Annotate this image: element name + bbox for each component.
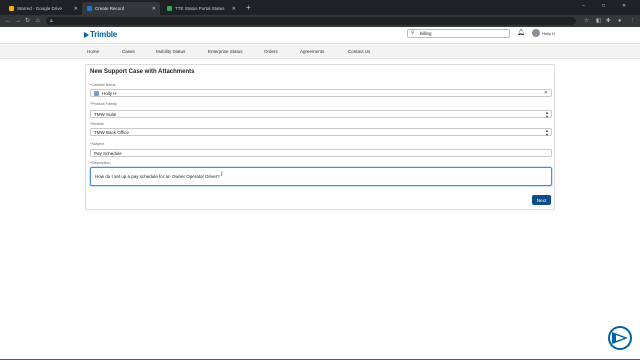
close-tab-icon[interactable]: ✕ [232,6,236,12]
module-label: *Module [90,122,104,126]
label-text: Product Family [91,102,117,106]
new-tab-button[interactable]: + [246,3,251,12]
nav-enterprise-status[interactable]: Enterprise Status [208,49,243,54]
forward-icon[interactable]: → [15,17,21,25]
bookmark-star-icon[interactable]: ☆ [584,17,589,25]
tab-title: Starred - Google Drive [17,6,63,11]
subject-value: Pay Schedule [94,151,122,156]
module-select[interactable]: TMW Back Office ▲ ▼ [90,128,552,136]
search-input[interactable] [420,30,505,37]
label-text: Subject [91,142,105,146]
new-support-case-form: New Support Case with Attachments *Conta… [85,64,555,210]
close-tab-icon[interactable]: ✕ [74,6,78,12]
profile-icon[interactable]: ● [618,17,621,25]
label-text: Contact Name [91,83,116,87]
form-title: New Support Case with Attachments [90,69,195,75]
select-arrows-icon: ▲ ▼ [545,127,549,137]
lock-icon: 🔒︎ [50,18,53,24]
text-cursor-icon: I [221,172,223,178]
nav-orders[interactable]: Orders [264,49,278,54]
subject-input[interactable]: Pay Schedule [90,149,552,157]
nav-contact-us[interactable]: Contact Us [348,49,370,54]
nav-home[interactable]: Home [87,49,99,54]
site-header: Trimble ⚲ 🔔︎ Holly H [0,27,640,43]
contact-name-label: *Contact Name [90,83,116,87]
description-label: *Description [90,161,110,165]
nav-mobility-status[interactable]: Mobility Status [156,49,185,54]
description-value: How do I set up a pay schedule for an Ow… [95,174,220,179]
address-bar[interactable]: 🔒︎ [46,17,576,25]
trimble-logo[interactable]: Trimble [84,30,117,39]
close-window-button[interactable]: ✕ [622,3,626,9]
clear-contact-icon[interactable]: ✕ [544,90,548,96]
contact-name-value: Holly H [102,91,117,96]
reload-icon[interactable]: ↻ [25,17,30,25]
tab-status-portal[interactable]: TTE Status Portal Status ✕ [162,2,240,15]
close-tab-icon[interactable]: ✕ [152,6,156,12]
salesforce-icon [87,6,92,11]
product-family-value: TMW Suite [94,112,117,117]
product-family-select[interactable]: TMW Suite ▲ ▼ [90,110,552,118]
google-drive-icon [9,6,14,11]
contact-name-field[interactable]: Holly H ✕ [90,89,552,97]
trimble-logo-icon [84,31,89,38]
user-menu[interactable]: Holly H [532,29,555,37]
label-text: Module [91,122,104,126]
extensions-puzzle-icon[interactable]: ✚ [606,17,611,25]
next-button[interactable]: Next [532,195,551,205]
search-icon: ⚲ [411,30,415,36]
extension-icon[interactable]: ◧ [596,17,601,25]
nav-cases[interactable]: Cases [122,49,135,54]
back-icon[interactable]: ← [5,17,11,25]
product-family-label: *Product Family [90,102,117,106]
browser-toolbar: ← → ↻ ⌂ 🔒︎ ☆ ◧ ✚ ● ⋮ [0,15,640,27]
user-name: Holly H [542,30,555,36]
label-text: Description [91,161,111,165]
search-box[interactable]: ⚲ [407,29,510,38]
logo-text: Trimble [90,30,118,39]
notifications-bell-icon[interactable]: 🔔︎ [517,29,525,36]
status-portal-icon [167,6,172,11]
minimize-button[interactable]: – [582,3,585,9]
main-nav: Home Cases Mobility Status Enterprise St… [0,43,640,59]
subject-label: *Subject [90,142,104,146]
nav-agreements[interactable]: Agreements [300,49,324,54]
module-value: TMW Back Office [94,130,129,135]
tab-google-drive[interactable]: Starred - Google Drive ✕ [4,2,82,15]
home-icon[interactable]: ⌂ [36,17,40,25]
browser-tabstrip: Starred - Google Drive ✕ Create Record ✕… [0,0,640,15]
trimble-help-widget-icon[interactable] [606,324,634,352]
tab-title: TTE Status Portal Status [175,6,225,11]
avatar [532,29,540,37]
tab-create-record[interactable]: Create Record ✕ [82,2,160,15]
contact-icon [94,91,99,96]
tab-title: Create Record [95,6,125,11]
maximize-button[interactable]: □ [602,3,605,9]
description-textarea[interactable]: How do I set up a pay schedule for an Ow… [90,167,552,186]
browser-menu-icon[interactable]: ⋮ [630,17,636,25]
select-arrows-icon: ▲ ▼ [545,109,549,119]
